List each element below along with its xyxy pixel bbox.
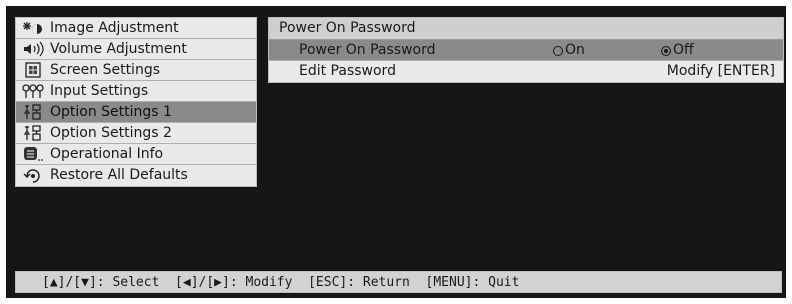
radio-off-label: Off bbox=[673, 42, 694, 58]
radio-on-label: On bbox=[565, 42, 585, 58]
projector-osd: Image Adjustment Volume Adjustment Scree… bbox=[6, 6, 786, 298]
speaker-icon bbox=[16, 39, 50, 60]
modify-enter-action[interactable]: Modify [ENTER] bbox=[667, 61, 775, 82]
menu-item-option-settings-1[interactable]: Option Settings 1 bbox=[16, 102, 256, 123]
wrench-settings-icon bbox=[16, 123, 50, 144]
row-label: Edit Password bbox=[299, 63, 396, 79]
menu-item-restore-all-defaults[interactable]: Restore All Defaults bbox=[16, 165, 256, 186]
wrench-settings-icon bbox=[16, 102, 50, 123]
menu-item-label: Option Settings 2 bbox=[50, 124, 172, 141]
radio-on-option[interactable]: On bbox=[553, 40, 585, 61]
menu-item-volume-adjustment[interactable]: Volume Adjustment bbox=[16, 39, 256, 60]
menu-item-screen-settings[interactable]: Screen Settings bbox=[16, 60, 256, 81]
menu-item-operational-info[interactable]: Operational Info bbox=[16, 144, 256, 165]
settings-panel: Power On Password Power On Password On O… bbox=[268, 17, 784, 83]
key-help-bar: [▲]/[▼]: Select [◀]/[▶]: Modify [ESC]: R… bbox=[15, 271, 782, 293]
menu-item-label: Operational Info bbox=[50, 145, 164, 162]
row-label: Power On Password bbox=[299, 42, 436, 58]
power-on-password-row[interactable]: Power On Password On Off bbox=[269, 40, 783, 61]
menu-item-label: Restore All Defaults bbox=[50, 167, 188, 183]
menu-item-option-settings-2[interactable]: Option Settings 2 bbox=[16, 123, 256, 144]
menu-item-label: Image Adjustment bbox=[50, 19, 179, 36]
panel-title: Power On Password bbox=[269, 18, 783, 40]
screen-icon bbox=[16, 60, 50, 81]
restore-icon bbox=[16, 165, 50, 186]
menu-item-label: Input Settings bbox=[50, 82, 149, 99]
info-list-icon bbox=[16, 144, 50, 165]
menu-item-input-settings[interactable]: Input Settings bbox=[16, 81, 256, 102]
image-adjust-icon bbox=[16, 18, 50, 39]
menu-item-label: Volume Adjustment bbox=[50, 40, 187, 57]
edit-password-row[interactable]: Edit Password Modify [ENTER] bbox=[269, 61, 783, 82]
input-plugs-icon bbox=[16, 81, 50, 102]
radio-unselected-icon bbox=[553, 45, 563, 56]
menu-item-label: Screen Settings bbox=[50, 61, 161, 78]
radio-off-option[interactable]: Off bbox=[661, 40, 694, 61]
main-menu: Image Adjustment Volume Adjustment Scree… bbox=[15, 17, 257, 187]
menu-item-label: Option Settings 1 bbox=[50, 103, 172, 120]
radio-selected-icon bbox=[661, 45, 671, 56]
menu-item-image-adjustment[interactable]: Image Adjustment bbox=[16, 18, 256, 39]
